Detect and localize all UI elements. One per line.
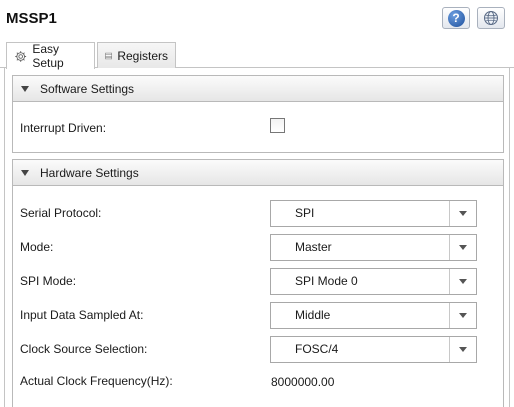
help-button[interactable]: ? — [442, 7, 470, 29]
clock-frequency-value: 8000000.00 — [271, 375, 335, 389]
interrupt-driven-label: Interrupt Driven: — [20, 121, 107, 135]
dropdown-button[interactable] — [449, 235, 476, 260]
combo-value: FOSC/4 — [295, 342, 339, 356]
globe-icon — [484, 11, 498, 25]
combo-value: Master — [295, 240, 332, 254]
hardware-settings-panel: Hardware Settings Serial Protocol: SPI M… — [12, 159, 504, 407]
globe-button[interactable] — [477, 7, 505, 29]
title-bar: MSSP1 ? — [0, 0, 514, 38]
collapse-triangle-icon — [21, 85, 29, 92]
dropdown-button[interactable] — [449, 201, 476, 226]
dropdown-button[interactable] — [449, 269, 476, 294]
collapse-triangle-icon — [21, 169, 29, 176]
combo-value: SPI Mode 0 — [295, 274, 358, 288]
tab-label: Registers — [117, 48, 168, 63]
dropdown-button[interactable] — [449, 337, 476, 362]
tab-easy-setup[interactable]: Easy Setup — [6, 42, 95, 70]
gear-icon — [15, 50, 27, 62]
chevron-down-icon — [459, 245, 467, 250]
chevron-down-icon — [459, 313, 467, 318]
serial-protocol-select[interactable]: SPI — [270, 200, 477, 227]
chevron-down-icon — [459, 211, 467, 216]
chevron-down-icon — [459, 279, 467, 284]
combo-value: SPI — [295, 206, 315, 220]
chevron-down-icon — [459, 347, 467, 352]
spi-mode-label: SPI Mode: — [20, 274, 77, 288]
table-icon — [105, 52, 113, 59]
panel-title: Hardware Settings — [40, 165, 139, 180]
dropdown-button[interactable] — [449, 303, 476, 328]
clock-frequency-label: Actual Clock Frequency(Hz): — [20, 374, 173, 388]
clock-source-label: Clock Source Selection: — [20, 342, 148, 356]
clock-source-select[interactable]: FOSC/4 — [270, 336, 477, 363]
software-settings-header[interactable]: Software Settings — [13, 76, 503, 102]
tab-label: Easy Setup — [32, 42, 64, 70]
mode-label: Mode: — [20, 240, 54, 254]
combo-value: Middle — [295, 308, 331, 322]
mode-select[interactable]: Master — [270, 234, 477, 261]
interrupt-driven-checkbox[interactable] — [270, 118, 285, 133]
input-data-sampled-label: Input Data Sampled At: — [20, 308, 144, 322]
window-title: MSSP1 — [6, 10, 57, 27]
input-data-sampled-select[interactable]: Middle — [270, 302, 477, 329]
tab-registers[interactable]: Registers — [97, 42, 176, 68]
question-icon: ? — [447, 9, 465, 27]
panel-title: Software Settings — [40, 81, 135, 96]
spi-mode-select[interactable]: SPI Mode 0 — [270, 268, 477, 295]
serial-protocol-label: Serial Protocol: — [20, 206, 102, 220]
software-settings-panel: Software Settings Interrupt Driven: — [12, 75, 504, 153]
hardware-settings-header[interactable]: Hardware Settings — [13, 160, 503, 186]
